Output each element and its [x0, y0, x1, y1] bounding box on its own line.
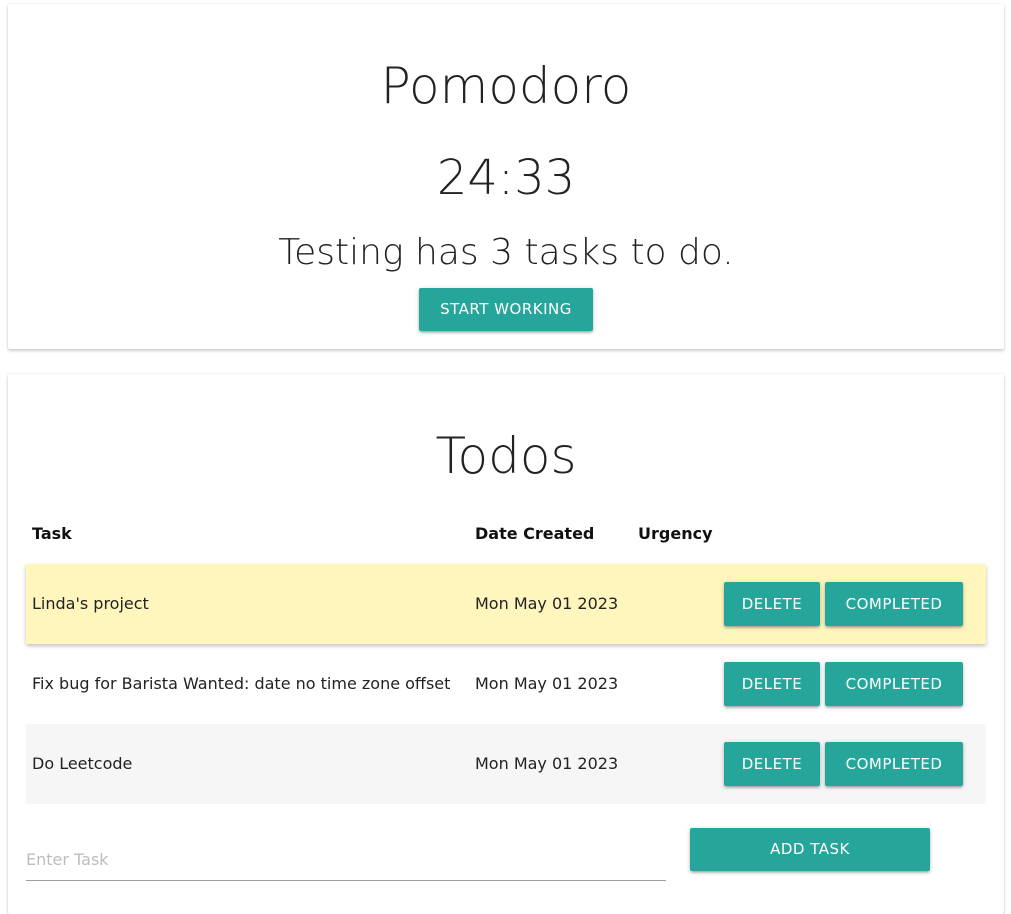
delete-button[interactable]: DELETE [724, 742, 820, 786]
todos-title: Todos [435, 427, 577, 485]
completed-button[interactable]: COMPLETED [825, 582, 963, 626]
row-task-text: Fix bug for Barista Wanted: date no time… [32, 674, 451, 693]
table-row: Fix bug for Barista Wanted: date no time… [26, 644, 986, 724]
enter-task-input[interactable] [26, 838, 666, 881]
pomodoro-title: Pomodoro [380, 57, 632, 115]
pomodoro-card: Pomodoro 24:33 Testing has 3 tasks to do… [8, 4, 1004, 349]
row-date-created: Mon May 01 2023 [475, 674, 619, 693]
table-row: Do Leetcode Mon May 01 2023 DELETE COMPL… [26, 724, 986, 804]
column-header-date-created: Date Created [475, 524, 595, 543]
row-date-created: Mon May 01 2023 [475, 594, 619, 613]
start-working-button[interactable]: START WORKING [419, 288, 593, 331]
task-count-status: Testing has 3 tasks to do. [278, 232, 734, 273]
column-header-urgency: Urgency [638, 524, 713, 543]
add-task-button[interactable]: ADD TASK [690, 828, 930, 871]
column-header-task: Task [32, 524, 72, 543]
timer-display: 24:33 [436, 150, 576, 206]
completed-button[interactable]: COMPLETED [825, 662, 963, 706]
delete-button[interactable]: DELETE [724, 582, 820, 626]
todos-card: Todos Task Date Created Urgency Linda's … [8, 374, 1004, 914]
row-task-text: Linda's project [32, 594, 149, 613]
row-task-text: Do Leetcode [32, 754, 133, 773]
completed-button[interactable]: COMPLETED [825, 742, 963, 786]
row-date-created: Mon May 01 2023 [475, 754, 619, 773]
table-row: Linda's project Mon May 01 2023 DELETE C… [26, 564, 986, 644]
delete-button[interactable]: DELETE [724, 662, 820, 706]
